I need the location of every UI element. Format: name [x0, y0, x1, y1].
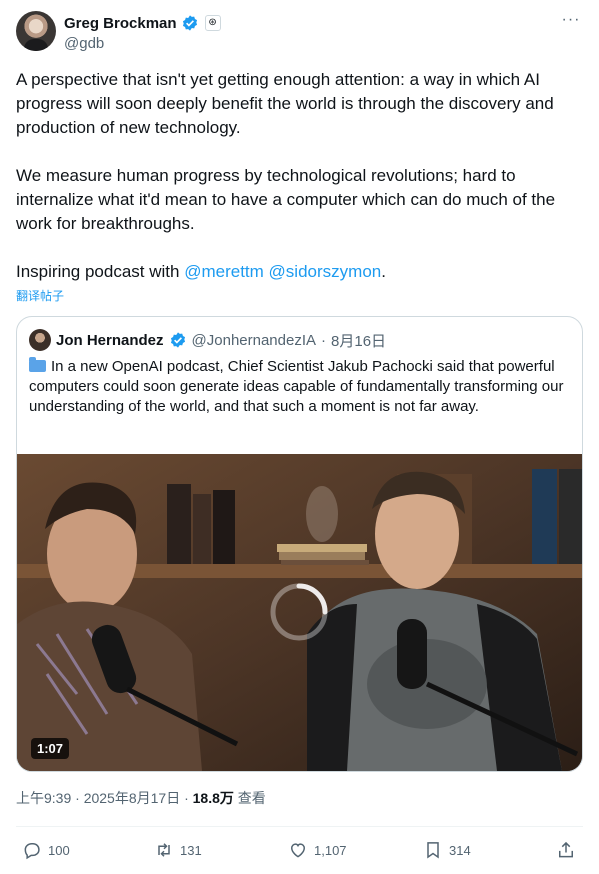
- quote-handle[interactable]: @JonhernandezIA: [192, 332, 316, 349]
- organization-badge-icon[interactable]: ⊛: [204, 15, 221, 31]
- author-handle[interactable]: @gdb: [64, 35, 221, 52]
- reply-button[interactable]: 100: [22, 836, 70, 864]
- like-icon: [290, 843, 306, 858]
- share-button[interactable]: [556, 836, 576, 864]
- verified-badge-icon: [170, 332, 185, 348]
- video-player[interactable]: 1:07: [17, 454, 582, 771]
- folder-icon: [29, 357, 46, 372]
- action-bar: 100 131 1,107 314: [0, 836, 599, 864]
- quote-avatar[interactable]: [29, 329, 51, 351]
- views-label: 查看: [233, 790, 266, 806]
- mention-merettm[interactable]: @merettm: [184, 262, 264, 281]
- reply-icon: [24, 843, 40, 860]
- like-count: 1,107: [314, 842, 347, 858]
- quote-tweet[interactable]: Jon Hernandez @JonhernandezIA · 8月16日 In…: [16, 316, 583, 772]
- repost-icon: [158, 843, 170, 857]
- translate-link[interactable]: 翻译帖子: [16, 287, 64, 304]
- quote-author-name[interactable]: Jon Hernandez: [56, 332, 164, 349]
- quote-separator: ·: [321, 331, 327, 349]
- bookmark-count: 314: [449, 842, 471, 858]
- repost-button[interactable]: 131: [154, 836, 202, 864]
- author-block: Greg Brockman ⊛ @gdb: [64, 13, 221, 52]
- view-count: 18.8万: [192, 790, 234, 806]
- author-avatar[interactable]: [16, 11, 56, 51]
- tweet-body: A perspective that isn't yet getting eno…: [16, 70, 556, 281]
- mention-sidorszymon[interactable]: @sidorszymon: [269, 262, 382, 281]
- quote-text: In a new OpenAI podcast, Chief Scientist…: [29, 357, 569, 417]
- divider: [16, 826, 583, 827]
- tweet-timestamp[interactable]: 上午9:39 · 2025年8月17日 ·: [16, 790, 193, 806]
- video-duration: 1:07: [31, 738, 70, 759]
- author-name[interactable]: Greg Brockman: [64, 15, 177, 32]
- tweet-text: A perspective that isn't yet getting eno…: [16, 68, 583, 284]
- quote-date[interactable]: 8月16日: [331, 330, 386, 351]
- like-button[interactable]: 1,107: [288, 836, 347, 864]
- reply-count: 100: [48, 842, 70, 858]
- quote-body: In a new OpenAI podcast, Chief Scientist…: [29, 358, 564, 415]
- share-icon: [559, 841, 573, 858]
- verified-badge-icon: [182, 15, 197, 31]
- repost-count: 131: [180, 842, 202, 858]
- bookmark-button[interactable]: 314: [423, 836, 471, 864]
- tweet-meta: 上午9:39 · 2025年8月17日 · 18.8万 查看: [16, 788, 266, 808]
- video-frame: [17, 454, 582, 771]
- more-icon[interactable]: ···: [561, 10, 581, 30]
- bookmark-icon: [427, 842, 439, 859]
- tweet-end: .: [381, 262, 386, 281]
- quote-header: Jon Hernandez @JonhernandezIA · 8月16日: [29, 329, 386, 351]
